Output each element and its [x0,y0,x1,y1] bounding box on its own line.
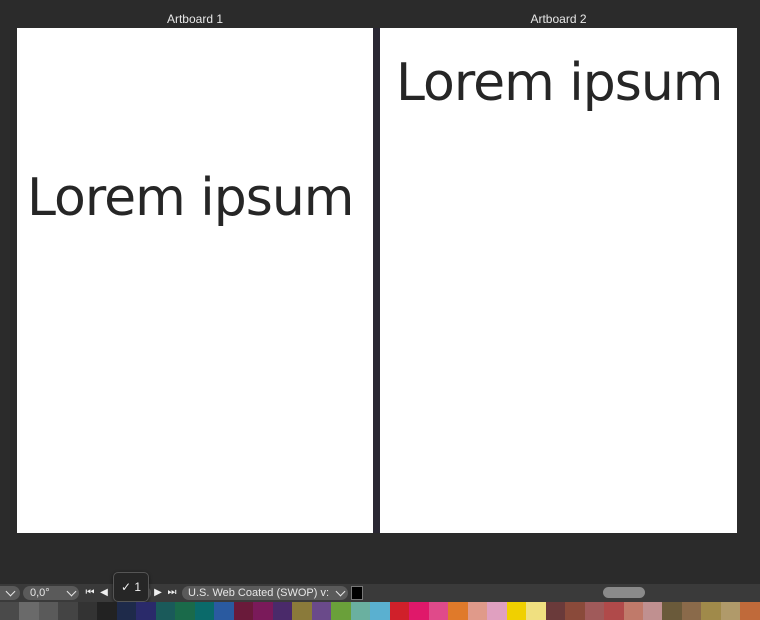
palette-swatch[interactable] [97,602,117,620]
palette-swatch[interactable] [409,602,429,620]
color-profile-label: U.S. Web Coated (SWOP) v: [188,587,330,599]
palette-swatch[interactable] [370,602,390,620]
palette-swatch[interactable] [584,602,605,620]
palette-swatch[interactable] [311,602,332,620]
canvas-area[interactable]: Artboard 1 Artboard 2 Lorem ipsum Lorem … [0,0,760,584]
palette-swatch[interactable] [642,602,663,620]
palette-swatch[interactable] [428,602,449,620]
artboard-2[interactable]: Lorem ipsum [380,28,737,533]
palette-swatch[interactable] [604,602,624,620]
rotation-field[interactable]: 0,0° [23,586,79,600]
rotation-value: 0,0° [30,587,50,599]
palette-swatch[interactable] [662,602,682,620]
palette-swatch[interactable] [233,602,254,620]
prev-page-icon[interactable]: ◀ [97,586,111,600]
palette-swatch[interactable] [77,602,98,620]
palette-swatch[interactable] [116,602,137,620]
page-number-popup[interactable]: ✓ 1 [113,572,149,602]
proof-color-swatch[interactable] [351,586,363,600]
palette-swatch[interactable] [701,602,721,620]
color-palette [0,602,760,620]
palette-swatch[interactable] [681,602,702,620]
palette-swatch[interactable] [58,602,78,620]
next-page-icon[interactable]: ▶ [151,586,165,600]
artboard-1[interactable]: Lorem ipsum [17,28,373,533]
palette-swatch[interactable] [38,602,59,620]
palette-swatch[interactable] [19,602,39,620]
palette-swatch[interactable] [214,602,234,620]
palette-swatch[interactable] [487,602,507,620]
palette-swatch[interactable] [448,602,468,620]
last-page-icon[interactable]: ⏭ [165,586,179,600]
artboard-1-text[interactable]: Lorem ipsum [27,168,354,228]
artboard-2-text[interactable]: Lorem ipsum [396,53,723,113]
palette-swatch[interactable] [740,602,760,620]
artboard-gap [373,28,380,533]
palette-swatch[interactable] [545,602,566,620]
palette-swatch[interactable] [292,602,312,620]
chevron-down-icon [5,586,15,596]
chevron-down-icon [66,586,77,596]
palette-swatch[interactable] [506,602,527,620]
chevron-down-icon [335,586,346,596]
palette-swatch[interactable] [272,602,293,620]
color-profile-dropdown[interactable]: U.S. Web Coated (SWOP) v: [182,586,348,600]
palette-swatch[interactable] [720,602,741,620]
palette-swatch[interactable] [136,602,156,620]
palette-swatch[interactable] [331,602,351,620]
artboard-1-title[interactable]: Artboard 1 [17,12,373,26]
horizontal-scrollbar-thumb[interactable] [603,587,645,598]
first-page-icon[interactable]: ⏮ [83,586,97,600]
palette-swatch[interactable] [175,602,195,620]
palette-swatch[interactable] [350,602,371,620]
palette-swatch[interactable] [253,602,273,620]
palette-swatch[interactable] [565,602,585,620]
palette-swatch[interactable] [0,602,20,620]
view-mode-dropdown[interactable] [0,586,20,600]
palette-swatch[interactable] [526,602,546,620]
palette-swatch[interactable] [194,602,215,620]
palette-swatch[interactable] [389,602,410,620]
artboard-2-title[interactable]: Artboard 2 [380,12,737,26]
palette-swatch[interactable] [467,602,488,620]
palette-swatch[interactable] [155,602,176,620]
palette-swatch[interactable] [623,602,643,620]
